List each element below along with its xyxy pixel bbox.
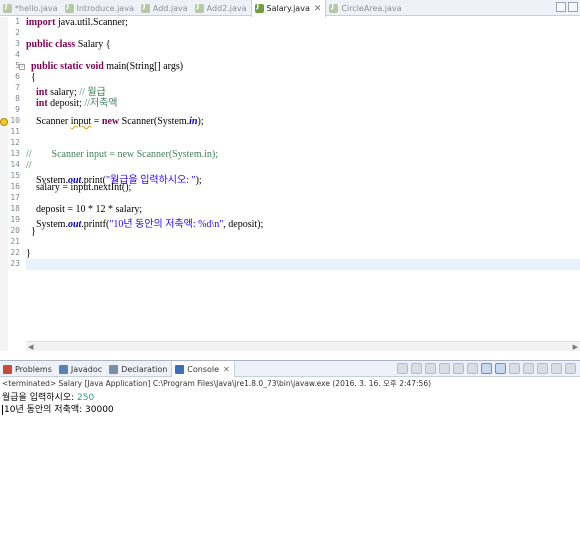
minimize-icon[interactable] <box>556 2 566 12</box>
line-number: 1 <box>15 17 20 26</box>
line-number: 6 <box>15 72 20 81</box>
code-line-18: deposit = 10 * 12 * salary; <box>36 204 143 215</box>
code-editor[interactable]: 1 2 3 4 5 6 7 8 9 10 11 12 13 14 15 16 1… <box>0 17 580 351</box>
tab-javadoc[interactable]: Javadoc <box>56 361 106 377</box>
java-file-icon <box>194 2 204 13</box>
java-file-icon <box>140 2 150 13</box>
line-number: 4 <box>15 50 20 59</box>
terminate-icon[interactable] <box>397 363 408 374</box>
line-number: 10 <box>10 116 20 125</box>
line-number: 7 <box>15 83 20 92</box>
tab-salary-java[interactable]: Salary.java✕ <box>250 0 327 17</box>
code-line-6: { <box>31 72 36 83</box>
tab-circlearea-java[interactable]: CircleArea.java <box>326 0 405 16</box>
code-line-20: } <box>31 226 36 237</box>
code-line-13: // Scanner input = new Scanner(System.in… <box>26 149 218 160</box>
console-view: Problems Javadoc Declaration Console ✕ <t… <box>0 360 580 536</box>
line-number: 9 <box>15 105 20 114</box>
java-file-icon <box>64 2 74 13</box>
show-on-stdout-icon[interactable] <box>481 363 492 374</box>
view-tab-bar: Problems Javadoc Declaration Console ✕ <box>0 361 580 377</box>
line-number: 3 <box>15 39 20 48</box>
scroll-right-icon[interactable]: ▶ <box>573 343 578 351</box>
line-number: 8 <box>15 94 20 103</box>
problems-icon <box>3 364 12 374</box>
eclipse-window: *hello.java Introduce.java Add.java Add2… <box>0 0 580 536</box>
code-line-19: System.out.printf("10년 동안의 저축액: %d\n", d… <box>36 219 264 230</box>
editor-window-controls <box>556 2 578 12</box>
line-number: 14 <box>10 160 20 169</box>
maximize-icon[interactable] <box>568 2 578 12</box>
fold-toggle-icon[interactable]: - <box>19 64 25 70</box>
code-line-16: salary = input.nextInt(); <box>36 182 132 193</box>
remove-launch-icon[interactable] <box>411 363 422 374</box>
code-line-14: // <box>26 160 32 171</box>
overview-ruler <box>0 17 8 351</box>
tab-declaration[interactable]: Declaration <box>106 361 171 377</box>
line-number: 2 <box>15 28 20 37</box>
current-line-highlight <box>26 259 580 270</box>
tab-console[interactable]: Console ✕ <box>171 361 235 377</box>
code-line-8: int deposit; //저축액 <box>36 98 118 109</box>
show-on-stderr-icon[interactable] <box>495 363 506 374</box>
tab-problems[interactable]: Problems <box>0 361 56 377</box>
console-toolbar <box>397 363 576 374</box>
display-console-icon[interactable] <box>523 363 534 374</box>
line-number: 20 <box>10 226 20 235</box>
tab-hello-java[interactable]: *hello.java <box>0 0 62 16</box>
remove-all-icon[interactable] <box>425 363 436 374</box>
line-number: 12 <box>10 138 20 147</box>
tab-introduce-java[interactable]: Introduce.java <box>62 0 138 16</box>
horizontal-scrollbar[interactable]: ◀ ▶ <box>26 341 580 351</box>
scroll-lock-icon[interactable] <box>453 363 464 374</box>
java-file-icon <box>329 2 339 13</box>
code-line-1: import java.util.Scanner; <box>26 17 128 28</box>
tab-add2-java[interactable]: Add2.java <box>192 0 251 16</box>
line-number: 23 <box>10 259 20 268</box>
text-cursor <box>2 404 3 415</box>
console-output-line-2[interactable]: 10년 동안의 저축액: 30000 <box>2 402 114 415</box>
declaration-icon <box>109 364 119 374</box>
line-number: 21 <box>10 237 20 246</box>
code-line-3: public class Salary { <box>26 39 111 50</box>
console-icon <box>175 364 185 374</box>
maximize-icon[interactable] <box>565 363 576 374</box>
javadoc-icon <box>58 364 68 374</box>
close-icon[interactable]: ✕ <box>223 365 230 374</box>
line-number: 11 <box>10 127 20 136</box>
code-area[interactable]: import java.util.Scanner; public class S… <box>26 17 580 351</box>
code-line-5: public static void main(String[] args) <box>31 61 184 72</box>
minimize-icon[interactable] <box>551 363 562 374</box>
line-number: 17 <box>10 193 20 202</box>
java-file-icon <box>254 2 264 13</box>
code-line-10: Scanner input = new Scanner(System.in); <box>36 116 204 127</box>
code-line-22: } <box>26 248 31 259</box>
close-icon[interactable]: ✕ <box>314 4 322 14</box>
pin-console-icon[interactable] <box>509 363 520 374</box>
scroll-left-icon[interactable]: ◀ <box>28 343 33 351</box>
word-wrap-icon[interactable] <box>467 363 478 374</box>
clear-console-icon[interactable] <box>439 363 450 374</box>
line-number: 15 <box>10 171 20 180</box>
line-number: 18 <box>10 204 20 213</box>
line-number: 16 <box>10 182 20 191</box>
tab-add-java[interactable]: Add.java <box>138 0 192 16</box>
open-console-icon[interactable] <box>537 363 548 374</box>
line-number: 19 <box>10 215 20 224</box>
java-file-icon <box>3 2 12 13</box>
line-number: 13 <box>10 149 20 158</box>
editor-tab-bar: *hello.java Introduce.java Add.java Add2… <box>0 0 580 17</box>
line-number: 22 <box>10 248 20 257</box>
console-process-description: <terminated> Salary [Java Application] C… <box>2 379 432 388</box>
warning-icon[interactable] <box>0 118 8 126</box>
